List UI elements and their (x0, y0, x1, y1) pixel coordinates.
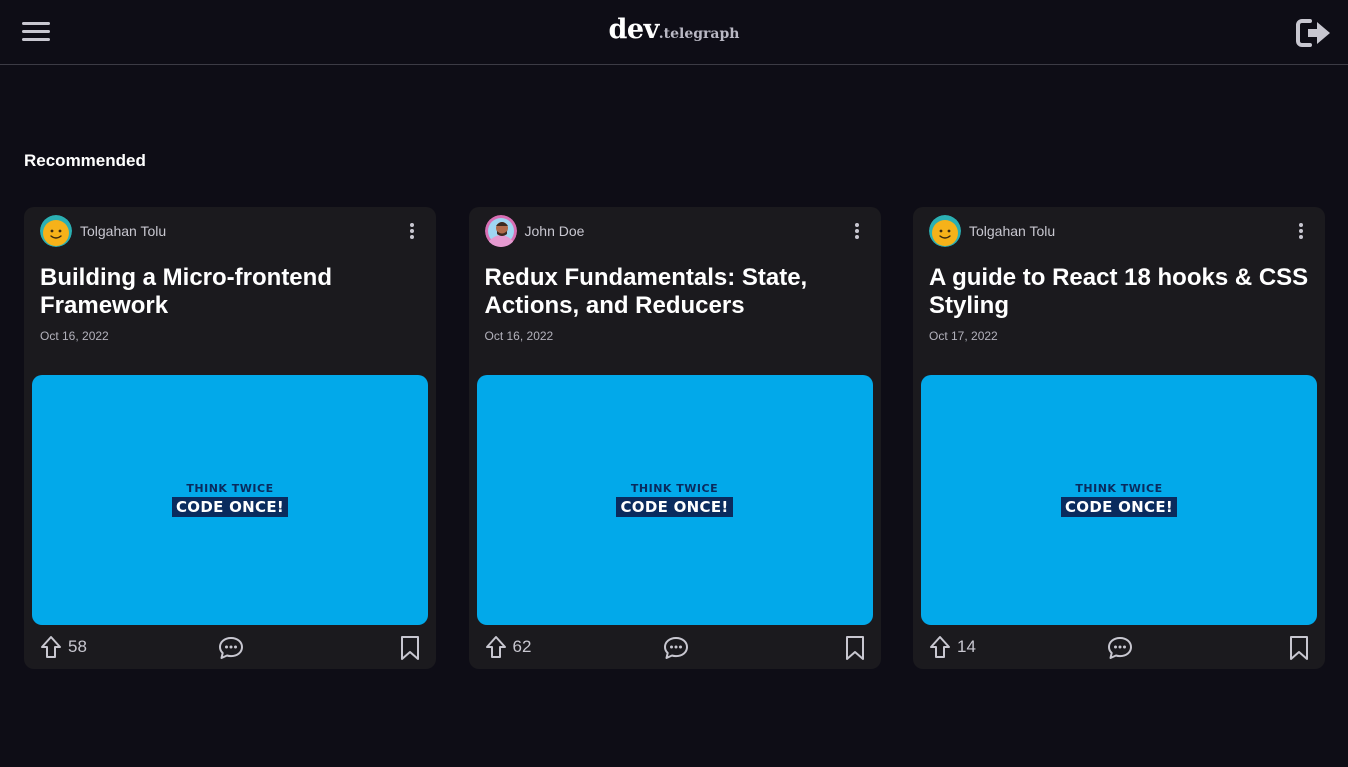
author-name[interactable]: John Doe (525, 223, 585, 239)
more-vertical-icon[interactable] (854, 222, 860, 240)
card-author[interactable]: Tolgahan Tolu (929, 215, 1055, 247)
arrow-up-icon[interactable] (40, 635, 62, 659)
cover-text-top: THINK TWICE (630, 482, 719, 495)
article-cover-image[interactable]: THINK TWICE CODE ONCE! (921, 375, 1317, 625)
cover-text-bottom: CODE ONCE! (616, 497, 733, 517)
bookmark-button[interactable] (400, 635, 420, 666)
upvote-count: 62 (512, 637, 532, 656)
card-author[interactable]: John Doe (484, 215, 585, 247)
article-title[interactable]: A guide to React 18 hooks & CSS Styling (929, 264, 1309, 320)
article-date: Oct 16, 2022 (40, 329, 109, 343)
article-card[interactable]: John Doe Redux Fundamentals: State, Acti… (468, 207, 881, 669)
cover-text-bottom: CODE ONCE! (1060, 497, 1178, 517)
card-author[interactable]: Tolgahan Tolu (40, 215, 166, 247)
bookmark-button[interactable] (845, 635, 865, 666)
article-card[interactable]: Tolgahan Tolu A guide to React 18 hooks … (913, 207, 1325, 669)
more-options-button[interactable] (400, 219, 424, 243)
article-cover-image[interactable]: THINK TWICE CODE ONCE! (476, 375, 873, 625)
cover-text-bottom: CODE ONCE! (171, 497, 289, 517)
more-vertical-icon[interactable] (409, 222, 415, 240)
author-name[interactable]: Tolgahan Tolu (80, 223, 166, 239)
more-vertical-icon[interactable] (1298, 222, 1304, 240)
upvote-count: 14 (957, 637, 976, 656)
comment-icon[interactable] (1107, 636, 1133, 660)
section-title: Recommended (24, 151, 146, 170)
bookmark-button[interactable] (1289, 635, 1309, 666)
article-date: Oct 16, 2022 (484, 329, 554, 343)
arrow-up-icon[interactable] (485, 635, 507, 659)
article-cover-image[interactable]: THINK TWICE CODE ONCE! (32, 375, 428, 625)
smiley-avatar[interactable] (40, 215, 72, 247)
comment-icon[interactable] (218, 636, 244, 660)
logo-sub-text: .telegraph (658, 26, 740, 42)
upvote-button[interactable]: 14 (929, 635, 976, 659)
person-avatar[interactable] (484, 215, 517, 247)
card-footer: 14 (929, 635, 1309, 665)
smiley-avatar[interactable] (929, 215, 961, 247)
bookmark-icon[interactable] (400, 635, 420, 661)
article-title[interactable]: Building a Micro-frontend Framework (40, 264, 420, 320)
logout-button[interactable] (1296, 16, 1332, 50)
author-name[interactable]: Tolgahan Tolu (969, 223, 1055, 239)
comment-button[interactable] (1107, 636, 1133, 665)
more-options-button[interactable] (1289, 219, 1313, 243)
logo-main-text: dev (608, 14, 660, 45)
card-list: Tolgahan Tolu Building a Micro-frontend … (24, 207, 1325, 669)
more-options-button[interactable] (845, 219, 869, 243)
upvote-button[interactable]: 58 (40, 635, 87, 659)
cover-text-top: THINK TWICE (186, 482, 274, 495)
article-date: Oct 17, 2022 (929, 329, 998, 343)
bookmark-icon[interactable] (1289, 635, 1309, 661)
upvote-count: 58 (68, 637, 87, 656)
upvote-button[interactable]: 62 (485, 635, 532, 659)
cover-text-top: THINK TWICE (1075, 482, 1163, 495)
card-footer: 62 (485, 635, 865, 665)
top-header: dev.telegraph (0, 0, 1348, 65)
bookmark-icon[interactable] (845, 635, 865, 661)
comment-button[interactable] (663, 636, 689, 665)
comment-button[interactable] (218, 636, 244, 665)
comment-icon[interactable] (663, 636, 689, 660)
sign-out-icon[interactable] (1296, 16, 1332, 50)
card-footer: 58 (40, 635, 420, 665)
arrow-up-icon[interactable] (929, 635, 951, 659)
site-logo[interactable]: dev.telegraph (0, 14, 1348, 45)
article-card[interactable]: Tolgahan Tolu Building a Micro-frontend … (24, 207, 436, 669)
article-title[interactable]: Redux Fundamentals: State, Actions, and … (485, 264, 865, 320)
